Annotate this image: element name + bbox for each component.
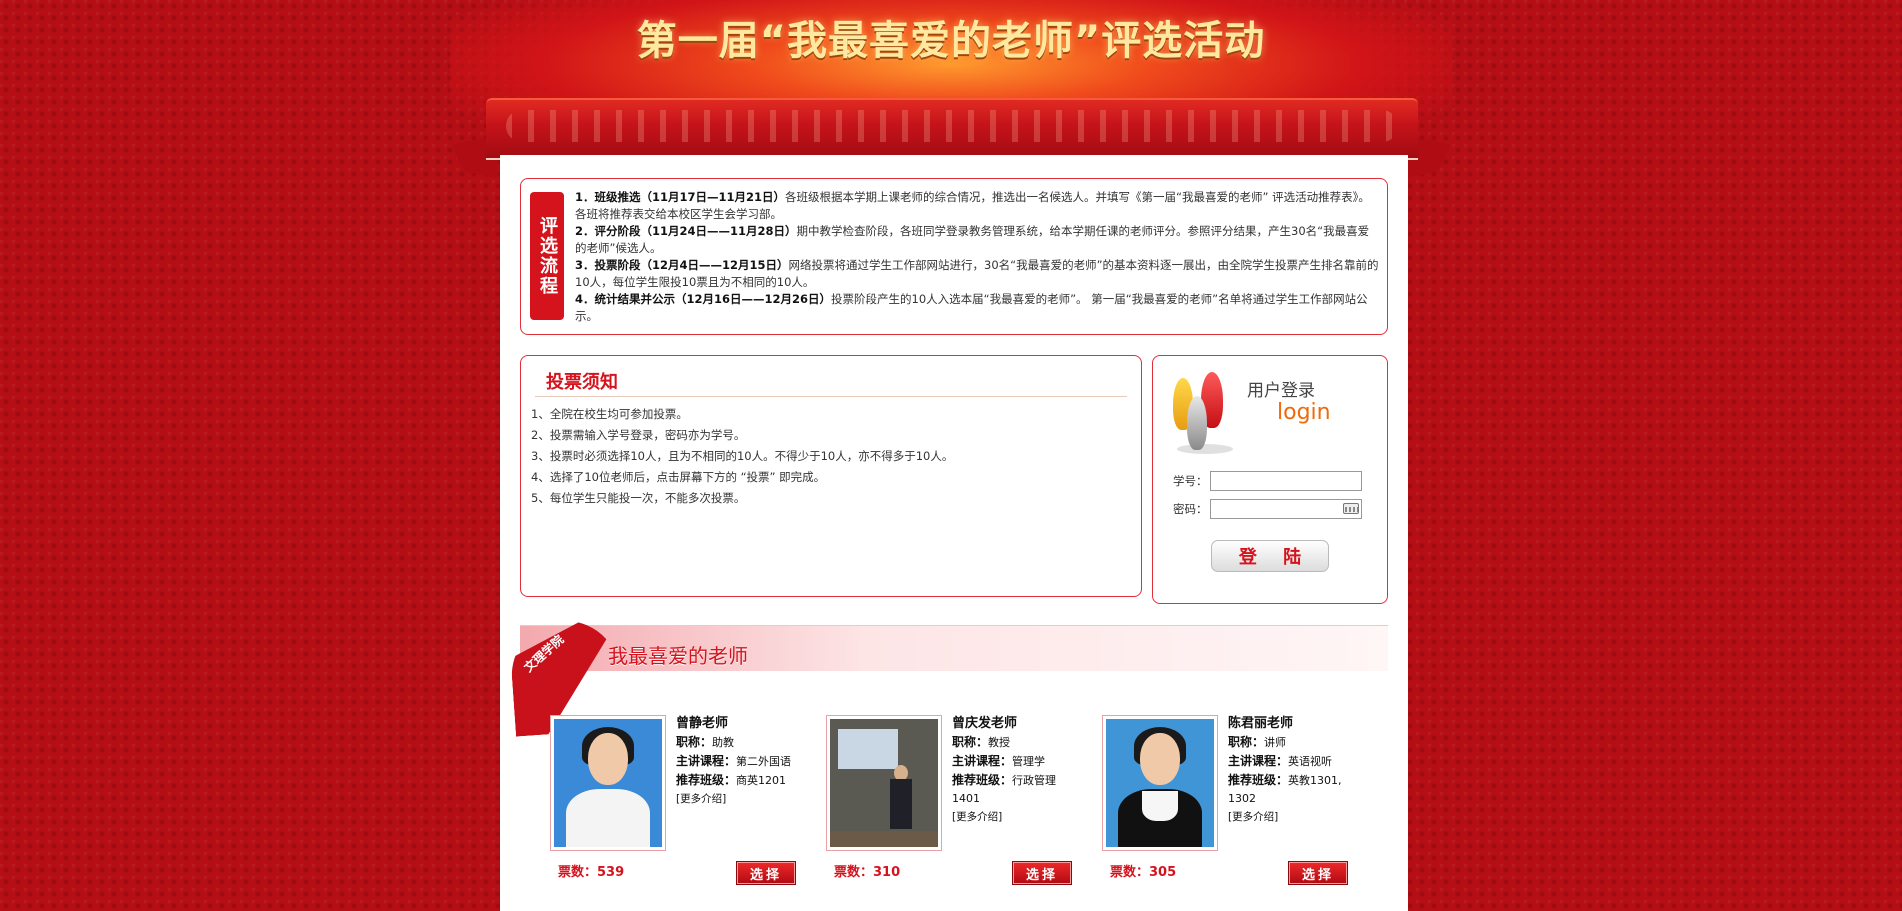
course-label: 主讲课程： <box>676 754 737 768</box>
select-button[interactable]: 选择 <box>1012 861 1072 885</box>
teacher-card: 曾静老师 职称：助教 主讲课程：第二外国语 推荐班级：商英1201 [更多介绍]… <box>550 715 810 895</box>
teacher-name: 曾庆发老师 <box>952 716 1018 731</box>
password-field-wrap <box>1209 499 1362 519</box>
teacher-info: 陈君丽老师 职称：讲师 主讲课程：英语视听 推荐班级：英教1301, 1302 … <box>1228 715 1358 826</box>
teacher-name: 曾静老师 <box>676 716 729 731</box>
login-subtitle: login <box>1277 400 1331 425</box>
favorites-header: 我最喜爱的老师 <box>520 625 1388 671</box>
vote-count: 票数：539 <box>558 865 625 880</box>
select-button[interactable]: 选择 <box>1288 861 1348 885</box>
main-container: 评选流程 1．班级推选（11月17日—11月21日）各班级根据本学期上课老师的综… <box>500 155 1408 911</box>
banner-ribbon <box>486 98 1418 160</box>
vote-count: 票数：310 <box>834 865 901 880</box>
notice-list: 1、全院在校生均可参加投票。 2、投票需输入学号登录，密码亦为学号。 3、投票时… <box>531 404 1131 509</box>
notice-item: 1、全院在校生均可参加投票。 <box>531 407 688 421</box>
teacher-card: 曾庆发老师 职称：教授 主讲课程：管理学 推荐班级：行政管理1401 [更多介绍… <box>826 715 1086 895</box>
teacher-photo[interactable] <box>826 715 942 851</box>
process-step: 2．评分阶段（11月24日——11月28日）期中教学检查阶段，各班同学登录教务管… <box>575 223 1379 257</box>
teacher-info: 曾庆发老师 职称：教授 主讲课程：管理学 推荐班级：行政管理1401 [更多介绍… <box>952 715 1082 826</box>
ribbon-pattern <box>506 110 1398 142</box>
username-row: 学号： <box>1173 471 1362 491</box>
title-label: 职称： <box>676 735 713 749</box>
teacher-card: 陈君丽老师 职称：讲师 主讲课程：英语视听 推荐班级：英教1301, 1302 … <box>1102 715 1362 895</box>
password-input[interactable] <box>1209 499 1362 519</box>
course-label: 主讲课程： <box>952 754 1013 768</box>
teacher-photo[interactable] <box>550 715 666 851</box>
class-label: 推荐班级： <box>676 773 737 787</box>
more-info-link[interactable]: [更多介绍] <box>1228 808 1358 826</box>
teacher-title: 讲师 <box>1264 736 1287 749</box>
step-head: 3．投票阶段（12月4日——12月15日） <box>575 258 789 272</box>
title-label: 职称： <box>952 735 989 749</box>
login-title: 用户登录 <box>1247 381 1315 401</box>
notice-item: 3、投票时必须选择10人，且为不相同的10人。不得少于10人，亦不得多于10人。 <box>531 449 954 463</box>
favorites-title: 我最喜爱的老师 <box>608 644 748 668</box>
teacher-title: 教授 <box>988 736 1011 749</box>
username-label: 学号： <box>1173 474 1208 488</box>
student-id-input[interactable] <box>1209 471 1362 491</box>
select-button[interactable]: 选择 <box>736 861 796 885</box>
banner-title: 第一届“我最喜爱的老师”评选活动 <box>636 18 1266 64</box>
teacher-course: 英语视听 <box>1288 755 1333 768</box>
password-label: 密码： <box>1173 502 1208 516</box>
title-label: 职称： <box>1228 735 1265 749</box>
course-label: 主讲课程： <box>1228 754 1289 768</box>
teacher-list: 曾静老师 职称：助教 主讲课程：第二外国语 推荐班级：商英1201 [更多介绍]… <box>550 715 1378 895</box>
teacher-info: 曾静老师 职称：助教 主讲课程：第二外国语 推荐班级：商英1201 [更多介绍] <box>676 715 806 808</box>
login-button[interactable]: 登 陆 <box>1211 540 1329 572</box>
notice-item: 4、选择了10位老师后，点击屏幕下方的 “投票” 即完成。 <box>531 470 826 484</box>
vote-count: 票数：305 <box>1110 865 1177 880</box>
step-head: 2．评分阶段（11月24日——11月28日） <box>575 224 797 238</box>
process-steps: 1．班级推选（11月17日—11月21日）各班级根据本学期上课老师的综合情况，推… <box>575 189 1379 325</box>
teacher-course: 管理学 <box>1012 755 1046 768</box>
teacher-course: 第二外国语 <box>736 755 792 768</box>
process-step: 1．班级推选（11月17日—11月21日）各班级根据本学期上课老师的综合情况，推… <box>575 189 1379 223</box>
notice-item: 2、投票需输入学号登录，密码亦为学号。 <box>531 428 746 442</box>
process-step: 3．投票阶段（12月4日——12月15日）网络投票将通过学生工作部网站进行，30… <box>575 257 1379 291</box>
process-label: 评选流程 <box>530 192 564 320</box>
teacher-photo[interactable] <box>1102 715 1218 851</box>
class-label: 推荐班级： <box>952 773 1013 787</box>
password-row: 密码： <box>1173 499 1362 519</box>
more-info-link[interactable]: [更多介绍] <box>676 790 806 808</box>
users-icon <box>1171 366 1233 454</box>
voting-notice-panel: 投票须知 1、全院在校生均可参加投票。 2、投票需输入学号登录，密码亦为学号。 … <box>520 355 1142 597</box>
login-panel: 用户登录 login 学号： 密码： 登 陆 <box>1152 355 1388 604</box>
more-info-link[interactable]: [更多介绍] <box>952 808 1082 826</box>
notice-item: 5、每位学生只能投一次，不能多次投票。 <box>531 491 746 505</box>
keyboard-icon[interactable] <box>1342 503 1359 514</box>
notice-title: 投票须知 <box>546 372 618 393</box>
teacher-name: 陈君丽老师 <box>1228 716 1294 731</box>
selection-process-panel: 评选流程 1．班级推选（11月17日—11月21日）各班级根据本学期上课老师的综… <box>520 178 1388 335</box>
step-head: 1．班级推选（11月17日—11月21日） <box>575 190 786 204</box>
teacher-class: 商英1201 <box>736 774 787 787</box>
notice-divider <box>535 396 1127 397</box>
class-label: 推荐班级： <box>1228 773 1289 787</box>
step-head: 4．统计结果并公示（12月16日——12月26日） <box>575 292 832 306</box>
process-step: 4．统计结果并公示（12月16日——12月26日）投票阶段产生的10人入选本届“… <box>575 291 1379 325</box>
teacher-title: 助教 <box>712 736 735 749</box>
